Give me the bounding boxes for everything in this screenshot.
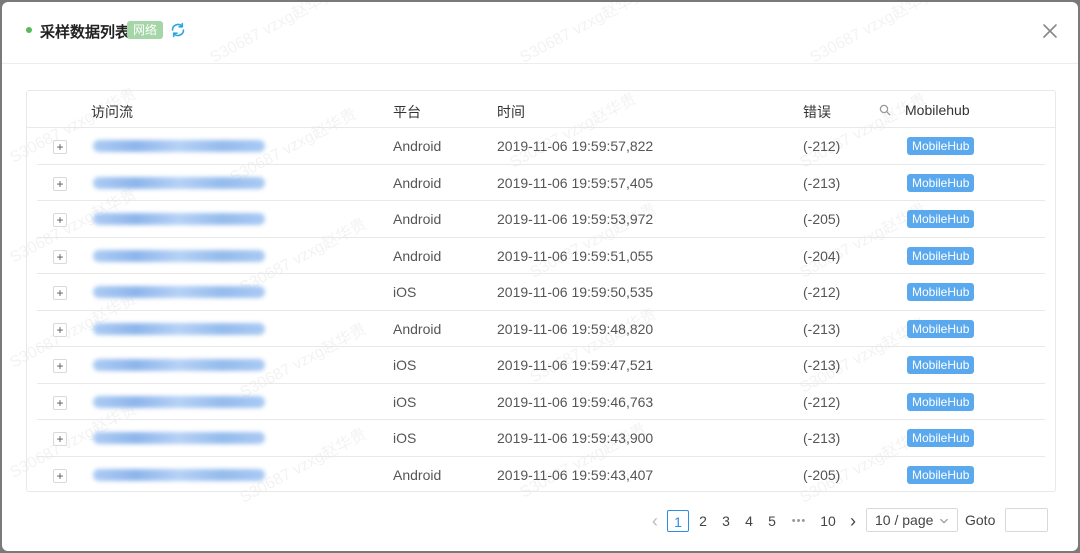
mobilehub-badge: MobileHub (907, 465, 975, 484)
column-header-error: 错误 (803, 104, 831, 120)
page-3-button[interactable]: 3 (717, 510, 735, 532)
data-table: 访问流 平台 时间 错误 Mobilehub + Android 2019-11… (26, 90, 1056, 492)
search-icon[interactable] (879, 104, 891, 116)
platform-cell: Android (393, 320, 442, 337)
mobilehub-badge: MobileHub (907, 429, 975, 447)
goto-page-input[interactable] (1005, 508, 1048, 532)
expand-row-button[interactable]: + (53, 359, 67, 373)
table-row: + iOS 2019-11-06 19:59:46,763 (-212) Mob… (37, 384, 1045, 420)
expand-row-button[interactable]: + (53, 468, 67, 483)
platform-cell: iOS (393, 393, 417, 410)
blurred-flow-id[interactable] (93, 432, 265, 444)
table-row: + Android 2019-11-06 19:59:57,822 (-212)… (37, 128, 1045, 165)
goto-label: Goto (965, 512, 996, 528)
refresh-icon[interactable] (169, 21, 187, 39)
time-cell: 2019-11-06 19:59:51,055 (497, 247, 654, 264)
error-cell: (-213) (803, 174, 841, 191)
error-cell: (-205) (803, 466, 841, 483)
blurred-flow-id[interactable] (93, 249, 265, 262)
mobilehub-badge: MobileHub (907, 283, 975, 301)
table-row: + Android 2019-11-06 19:59:53,972 (-205)… (37, 201, 1045, 238)
error-cell: (-212) (803, 138, 841, 154)
chevron-down-icon (940, 518, 948, 524)
modal-header: 采样数据列表 网络 (2, 2, 1078, 64)
expand-row-button[interactable]: + (53, 140, 67, 154)
expand-row-button[interactable]: + (53, 432, 67, 446)
mobilehub-badge: MobileHub (907, 210, 975, 228)
time-cell: 2019-11-06 19:59:53,972 (497, 211, 654, 227)
time-cell: 2019-11-06 19:59:43,900 (497, 430, 654, 446)
page-2-button[interactable]: 2 (694, 510, 712, 532)
time-cell: 2019-11-06 19:59:46,763 (497, 393, 654, 410)
error-cell: (-212) (803, 284, 841, 300)
blurred-flow-id[interactable] (93, 395, 265, 408)
table-row: + Android 2019-11-06 19:59:43,407 (-205)… (37, 457, 1045, 494)
error-cell: (-213) (803, 357, 841, 373)
table-header: 访问流 平台 时间 错误 Mobilehub (27, 91, 1055, 128)
time-cell: 2019-11-06 19:59:43,407 (497, 466, 654, 483)
page-10-button[interactable]: 10 (816, 510, 840, 532)
platform-cell: Android (393, 466, 442, 483)
table-row: + Android 2019-11-06 19:59:51,055 (-204)… (37, 238, 1045, 274)
expand-row-button[interactable]: + (53, 213, 67, 227)
expand-row-button[interactable]: + (53, 286, 67, 300)
platform-cell: Android (393, 247, 442, 264)
mobilehub-badge: MobileHub (907, 137, 975, 155)
column-header-platform: 平台 (393, 104, 421, 120)
mobilehub-badge: MobileHub (907, 173, 975, 192)
error-cell: (-204) (803, 247, 841, 264)
column-header-time: 时间 (497, 104, 525, 120)
table-row: + iOS 2019-11-06 19:59:47,521 (-213) Mob… (37, 347, 1045, 384)
time-cell: 2019-11-06 19:59:50,535 (497, 284, 654, 300)
blurred-flow-id[interactable] (93, 468, 265, 481)
time-cell: 2019-11-06 19:59:48,820 (497, 320, 654, 337)
blurred-flow-id[interactable] (93, 322, 265, 335)
mobilehub-badge: MobileHub (907, 319, 975, 338)
time-cell: 2019-11-06 19:59:47,521 (497, 357, 654, 373)
time-cell: 2019-11-06 19:59:57,822 (497, 138, 654, 154)
column-header-mobilehub: Mobilehub (905, 102, 970, 118)
modal-title: 采样数据列表 (40, 24, 131, 41)
platform-cell: iOS (393, 430, 417, 446)
sample-data-modal: S30687 vzxg赵华贵 S30687 vzxg赵华贵 S30687 vzx… (2, 2, 1078, 551)
page-size-select[interactable]: 10 / page (866, 508, 958, 532)
page-5-button[interactable]: 5 (763, 510, 781, 532)
error-cell: (-213) (803, 430, 841, 446)
time-cell: 2019-11-06 19:59:57,405 (497, 174, 654, 191)
page-ellipsis-button[interactable]: ••• (786, 510, 812, 532)
table-row: + Android 2019-11-06 19:59:48,820 (-213)… (37, 311, 1045, 347)
blurred-flow-id[interactable] (93, 286, 265, 298)
page-1-button[interactable]: 1 (667, 510, 689, 532)
table-row: + iOS 2019-11-06 19:59:43,900 (-213) Mob… (37, 420, 1045, 457)
table-row: + Android 2019-11-06 19:59:57,405 (-213)… (37, 165, 1045, 201)
next-page-button[interactable]: › (846, 510, 860, 532)
platform-cell: iOS (393, 284, 417, 300)
expand-row-button[interactable]: + (53, 249, 67, 264)
blurred-flow-id[interactable] (93, 213, 265, 225)
mobilehub-badge: MobileHub (907, 392, 975, 411)
table-row: + iOS 2019-11-06 19:59:50,535 (-212) Mob… (37, 274, 1045, 311)
platform-cell: Android (393, 211, 442, 227)
expand-row-button[interactable]: + (53, 322, 67, 337)
mobilehub-badge: MobileHub (907, 246, 975, 265)
error-cell: (-205) (803, 211, 841, 227)
page-size-value: 10 / page (875, 512, 934, 528)
error-cell: (-213) (803, 320, 841, 337)
prev-page-button[interactable]: ‹ (648, 510, 662, 532)
blurred-flow-id[interactable] (93, 359, 265, 371)
expand-row-button[interactable]: + (53, 176, 67, 191)
error-cell: (-212) (803, 393, 841, 410)
column-header-flow: 访问流 (91, 104, 133, 120)
mobilehub-badge: MobileHub (907, 356, 975, 374)
blurred-flow-id[interactable] (93, 176, 265, 189)
platform-cell: Android (393, 138, 442, 154)
status-dot (26, 27, 32, 33)
platform-cell: iOS (393, 357, 417, 373)
close-icon[interactable] (1040, 21, 1060, 41)
platform-cell: Android (393, 174, 442, 191)
blurred-flow-id[interactable] (93, 140, 265, 152)
page-4-button[interactable]: 4 (740, 510, 758, 532)
network-tag: 网络 (127, 21, 164, 39)
expand-row-button[interactable]: + (53, 395, 67, 410)
